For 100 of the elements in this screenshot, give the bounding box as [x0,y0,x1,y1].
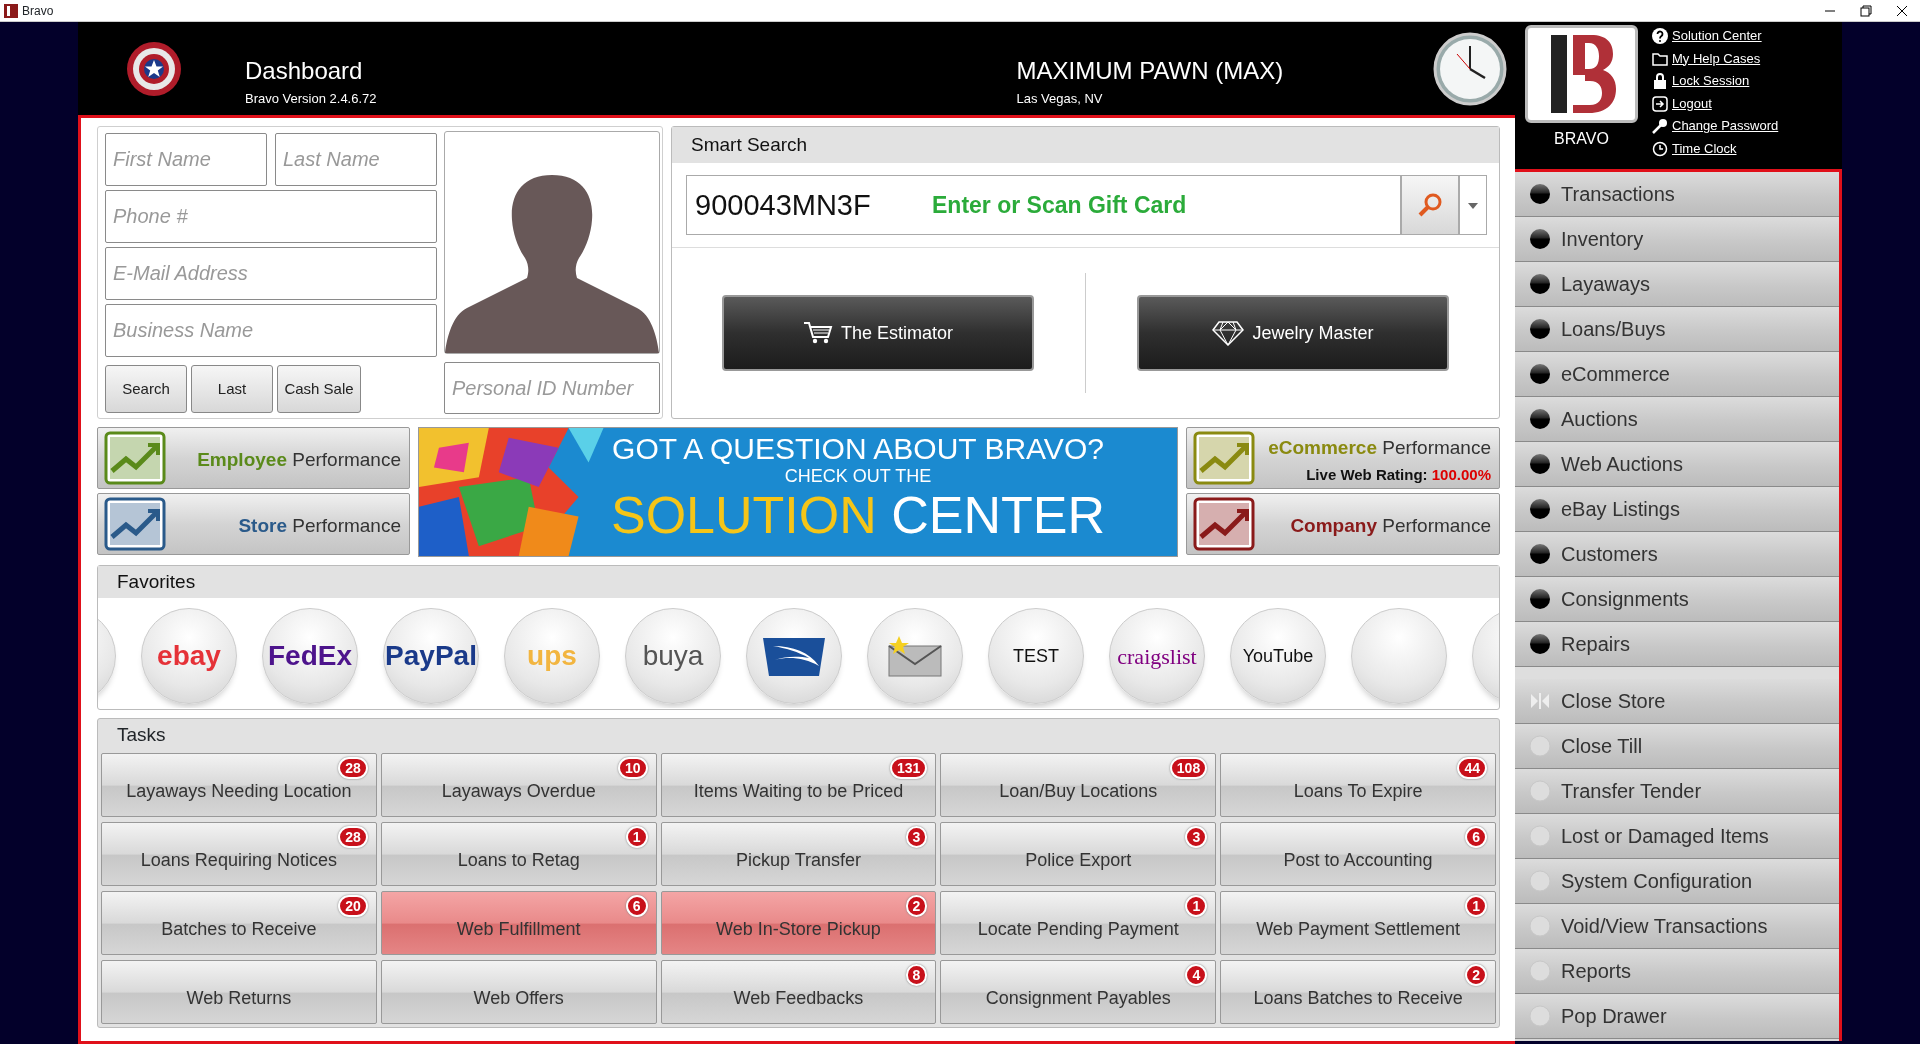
count-badge: 2 [905,895,928,917]
count-badge: 108 [1169,757,1208,779]
bullet-icon [1529,1005,1551,1027]
form-button[interactable]: Cash Sale [277,365,361,413]
star-shield-icon [126,40,182,97]
menu-item[interactable]: Layaways [1515,262,1839,307]
task-button[interactable]: Loans Batches to Receive 2 [1220,960,1496,1024]
menu-item[interactable]: Consignments [1515,577,1839,622]
menu-item[interactable]: Reports [1515,949,1839,994]
count-badge: 1 [1465,895,1487,917]
input-field[interactable]: Last Name [275,133,437,186]
performance-button[interactable]: Company Performance [1186,493,1500,555]
input-field[interactable]: Business Name [105,304,437,357]
task-button[interactable]: Police Export 3 [940,822,1217,886]
personal-id-field[interactable]: Personal ID Number [444,362,660,414]
search-icon [1417,192,1443,218]
help-link[interactable]: Logout [1672,92,1712,115]
performance-button[interactable]: Employee Performance [97,427,410,489]
count-badge: 28 [338,826,368,848]
panel-title: Tasks [116,723,167,747]
count-badge: 28 [338,757,368,779]
banner-title: SOLUTION CENTER [610,489,1106,541]
task-button[interactable]: Items Waiting to be Priced 131 [660,753,937,817]
restore-icon[interactable] [1860,4,1872,17]
search-button[interactable] [1401,175,1459,235]
help-link[interactable]: Time Clock [1672,137,1737,160]
count-badge: 6 [1465,826,1487,848]
form-button[interactable]: Search [105,365,187,413]
task-button[interactable]: Loans To Expire 44 [1220,753,1496,817]
menu-item[interactable]: System Configuration [1515,859,1839,904]
task-button[interactable]: Loan/Buy Locations 108 [940,753,1217,817]
menu-item[interactable]: Void/View Transactions [1515,904,1839,949]
help-link[interactable]: Lock Session [1672,70,1750,93]
menu-item[interactable]: Auctions [1515,397,1839,442]
close-icon[interactable] [1896,4,1908,17]
input-field[interactable]: E-Mail Address [105,247,437,300]
performance-button[interactable]: eCommerce Performance Live Web Rating: 100.00% [1186,427,1500,489]
task-button[interactable]: Locate Pending Payment 1 [940,891,1217,955]
panel-title: Favorites [98,566,1499,598]
favorite-button[interactable]: craigslist [1109,608,1205,704]
task-button[interactable]: Pickup Transfer 3 [660,822,937,886]
task-button[interactable]: Web In-Store Pickup 2 [660,891,937,955]
bullet-icon [1529,183,1551,205]
task-button[interactable]: Consignment Payables 4 [940,960,1217,1024]
favorite-button[interactable]: TEST [988,608,1084,704]
menu-item[interactable]: Close Till [1515,724,1839,769]
bullet-icon [1529,870,1551,892]
task-button[interactable]: Batches to Receive 20 [101,891,377,955]
menu-item[interactable]: eCommerce [1515,352,1839,397]
task-button[interactable]: Loans to Retag 1 [380,822,657,886]
task-button[interactable]: Layaways Overdue 10 [380,753,657,817]
clock-icon [1652,140,1668,157]
tool-button[interactable]: The Estimator [722,295,1034,371]
menu-item[interactable]: Customers [1515,532,1839,577]
menu-item[interactable]: Repairs [1515,622,1839,667]
collapse-icon [1529,690,1551,712]
menu-item[interactable]: Transfer Tender [1515,769,1839,814]
menu-item[interactable]: Pop Drawer [1515,994,1839,1039]
task-button[interactable]: Web Feedbacks 8 [660,960,937,1024]
dropdown-button[interactable] [1459,175,1487,235]
exit-icon [1652,95,1668,112]
bullet-icon [1529,780,1551,802]
app-icon [4,3,18,18]
task-button[interactable]: Layaways Needing Location 28 [101,753,377,817]
form-button[interactable]: Last [191,365,273,413]
performance-button[interactable]: Store Performance [97,493,410,555]
favorite-button[interactable]: ebay [141,608,237,704]
bullet-icon [1529,228,1551,250]
task-button[interactable]: Post to Accounting 6 [1220,822,1496,886]
version-text: Bravo Version 2.4.6.72 [245,89,377,108]
task-button[interactable]: Web Offers [380,960,657,1024]
help-link[interactable]: Change Password [1672,115,1779,138]
count-badge: 8 [905,964,928,986]
favorite-button[interactable]: buya [625,608,721,704]
menu-item[interactable]: Close Store [1515,679,1839,724]
task-button[interactable]: Loans Requiring Notices 28 [101,822,377,886]
bullet-icon [1529,408,1551,430]
input-field[interactable]: First Name [105,133,267,186]
menu-item[interactable]: Inventory [1515,217,1839,262]
help-link[interactable]: My Help Cases [1672,47,1761,70]
favorite-button[interactable]: YouTube [1230,608,1326,704]
favorite-button[interactable]: FedEx [262,608,358,704]
menu-item[interactable]: Loans/Buys [1515,307,1839,352]
menu-item[interactable]: Transactions [1515,172,1839,217]
help-link[interactable]: Solution Center [1672,25,1762,48]
input-field[interactable]: Phone # [105,190,437,243]
bullet-icon [1529,633,1551,655]
task-button[interactable]: Web Payment Settlement 1 [1220,891,1496,955]
store-name: MAXIMUM PAWN (MAX) [1016,55,1284,86]
count-badge: 131 [890,757,928,779]
count-badge: 2 [1465,964,1487,986]
bullet-icon [1529,915,1551,937]
menu-item[interactable]: eBay Listings [1515,487,1839,532]
task-button[interactable]: Web Fulfillment 6 [380,891,657,955]
favorite-button[interactable]: PayPal [383,608,479,704]
window-title: Bravo [22,2,54,20]
menu-item[interactable]: Lost or Damaged Items [1515,814,1839,859]
task-button[interactable]: Web Returns [101,960,377,1024]
menu-item[interactable]: Web Auctions [1515,442,1839,487]
tool-button[interactable]: Jewelry Master [1137,295,1449,371]
